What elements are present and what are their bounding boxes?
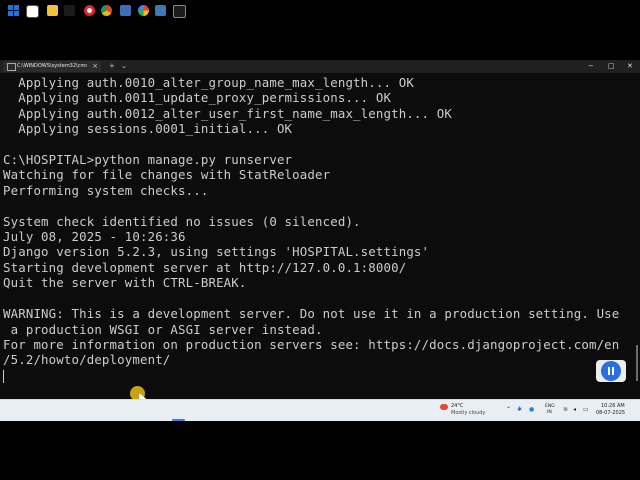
tab-cmd[interactable]: C:\WINDOWS\system32\cmd. × bbox=[3, 61, 101, 72]
tab-dropdown-button[interactable]: ⌄ bbox=[121, 61, 127, 71]
weather-icon[interactable] bbox=[440, 404, 448, 410]
clock-date[interactable]: 08-07-2025 bbox=[596, 410, 625, 416]
opera-browser-icon[interactable] bbox=[84, 5, 95, 16]
edge-icon[interactable]: ● bbox=[529, 406, 534, 414]
terminal-line: Starting development server at http://12… bbox=[3, 259, 407, 275]
search-taskbar-icon[interactable] bbox=[26, 5, 39, 18]
tab-close-button[interactable]: × bbox=[92, 61, 98, 71]
app-icon[interactable] bbox=[138, 5, 149, 16]
maximize-button[interactable]: □ bbox=[608, 61, 615, 71]
weather-condition[interactable]: Mostly cloudy bbox=[451, 410, 485, 416]
terminal-line: System check identified no issues (0 sil… bbox=[3, 213, 361, 229]
terminal-output[interactable]: Applying auth.0010_alter_group_name_max_… bbox=[0, 73, 640, 399]
terminal-line: Applying auth.0012_alter_user_first_name… bbox=[3, 105, 452, 121]
scrollbar[interactable] bbox=[636, 345, 638, 381]
speaker-icon[interactable]: ◂ bbox=[573, 406, 576, 414]
terminal-line: Applying auth.0011_update_proxy_permissi… bbox=[3, 90, 392, 106]
cmd-icon bbox=[7, 63, 16, 71]
terminal-line: July 08, 2025 - 10:26:36 bbox=[3, 229, 186, 245]
app-icon-2[interactable] bbox=[155, 5, 166, 16]
vscode-icon[interactable] bbox=[120, 5, 131, 16]
wifi-icon[interactable]: ≋ bbox=[563, 406, 568, 414]
file-explorer-icon[interactable] bbox=[47, 5, 58, 16]
chrome-icon[interactable] bbox=[101, 5, 112, 16]
chevron-up-icon[interactable]: ⌃ bbox=[506, 406, 511, 414]
taskbar bbox=[0, 399, 640, 421]
pause-icon bbox=[608, 367, 614, 375]
bluetooth-icon[interactable]: ✱ bbox=[517, 406, 522, 414]
new-tab-button[interactable]: + bbox=[109, 61, 115, 71]
terminal-line: Watching for file changes with StatReloa… bbox=[3, 167, 331, 183]
close-window-button[interactable]: ✕ bbox=[627, 61, 633, 71]
language-region[interactable]: IN bbox=[547, 410, 552, 416]
media-app-icon[interactable] bbox=[64, 5, 75, 16]
terminal-line: WARNING: This is a development server. D… bbox=[3, 306, 620, 322]
terminal-cursor bbox=[3, 370, 4, 383]
battery-icon[interactable]: ▭ bbox=[583, 406, 589, 414]
tab-title: C:\WINDOWS\system32\cmd. bbox=[17, 63, 87, 69]
clock-time[interactable]: 10:26 AM bbox=[601, 403, 625, 409]
terminal-line: C:\HOSPITAL>python manage.py runserver bbox=[3, 152, 293, 168]
terminal-line: a production WSGI or ASGI server instead… bbox=[3, 321, 323, 337]
terminal-line: For more information on production serve… bbox=[3, 336, 620, 352]
terminal-taskbar-icon[interactable] bbox=[173, 5, 186, 18]
start-button[interactable] bbox=[8, 5, 19, 16]
terminal-line: Performing system checks... bbox=[3, 182, 209, 198]
terminal-lines: Applying auth.0010_alter_group_name_max_… bbox=[3, 75, 619, 368]
weather-temp[interactable]: 24°C bbox=[451, 403, 463, 409]
terminal-line: Applying auth.0010_alter_group_name_max_… bbox=[3, 75, 414, 90]
terminal-line: Django version 5.2.3, using settings 'HO… bbox=[3, 244, 430, 260]
minimize-button[interactable]: − bbox=[588, 61, 594, 71]
active-app-indicator bbox=[172, 419, 185, 421]
terminal-line: Applying sessions.0001_initial... OK bbox=[3, 121, 293, 137]
terminal-line: Quit the server with CTRL-BREAK. bbox=[3, 275, 247, 291]
terminal-line: /5.2/howto/deployment/ bbox=[3, 352, 171, 368]
